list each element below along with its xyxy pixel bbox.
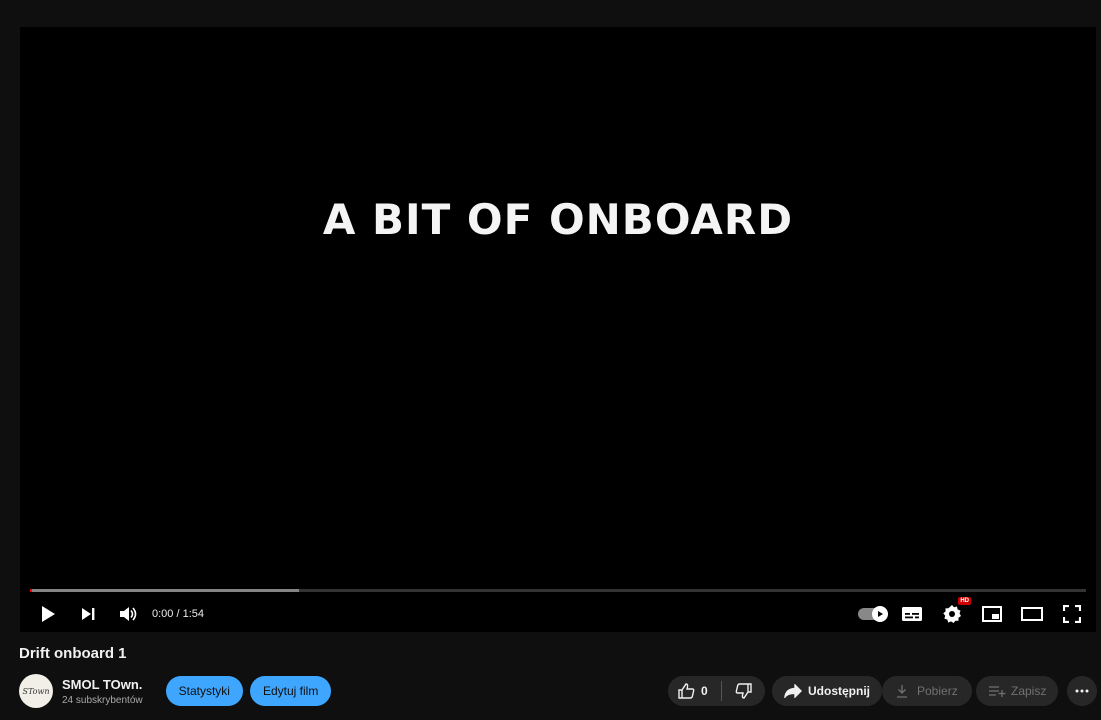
download-label: Pobierz <box>917 684 958 698</box>
channel-row: STown SMOL TOwn. 24 subskrybentów Statys… <box>19 673 1101 709</box>
download-icon <box>897 685 907 698</box>
autoplay-play-icon <box>878 610 883 617</box>
settings-button[interactable]: HD <box>932 595 972 632</box>
subtitles-icon <box>902 606 922 621</box>
share-button[interactable]: Udostępnij <box>772 676 882 706</box>
share-icon <box>784 684 802 698</box>
progress-buffered <box>30 589 300 592</box>
statistics-label: Statystyki <box>178 684 230 698</box>
avatar-logo-text: STown <box>22 686 50 696</box>
progress-bar[interactable] <box>30 589 1086 592</box>
edit-video-label: Edytuj film <box>262 684 319 698</box>
autoplay-knob <box>872 605 888 622</box>
play-button[interactable] <box>28 595 68 632</box>
thumbs-up-icon <box>678 683 695 699</box>
thumbs-down-icon <box>735 683 752 699</box>
subtitles-button[interactable] <box>892 595 932 632</box>
top-bar <box>0 0 1101 14</box>
statistics-button[interactable]: Statystyki <box>165 676 243 706</box>
add-to-playlist-icon <box>989 686 1006 697</box>
video-title: Drift onboard 1 <box>19 645 127 662</box>
next-button[interactable] <box>68 595 108 632</box>
more-icon <box>1075 689 1089 693</box>
gear-icon <box>943 604 961 623</box>
player-controls-right: HD <box>852 595 1092 632</box>
player-controls: 0:00 / 1:54 HD <box>20 595 1096 632</box>
subscriber-count: 24 subskrybentów <box>62 694 143 706</box>
dislike-button[interactable] <box>722 676 765 706</box>
miniplayer-icon <box>982 605 1002 622</box>
more-actions-button[interactable] <box>1067 676 1097 706</box>
channel-info: SMOL TOwn. 24 subskrybentów <box>62 677 143 706</box>
video-frame-text: A BIT OF ONBOARD <box>322 195 794 244</box>
volume-button[interactable] <box>108 595 148 632</box>
next-icon <box>82 607 95 620</box>
like-button[interactable]: 0 <box>668 676 721 706</box>
share-label: Udostępnij <box>808 684 870 698</box>
edit-video-button[interactable]: Edytuj film <box>249 676 332 706</box>
channel-avatar[interactable]: STown <box>19 674 53 708</box>
fullscreen-button[interactable] <box>1052 595 1092 632</box>
theater-icon <box>1021 606 1043 621</box>
like-count: 0 <box>701 684 708 698</box>
time-display: 0:00 / 1:54 <box>152 607 204 620</box>
theater-mode-button[interactable] <box>1012 595 1052 632</box>
play-icon <box>42 605 55 622</box>
autoplay-track <box>858 605 888 622</box>
hd-badge: HD <box>958 597 971 605</box>
autoplay-toggle[interactable] <box>852 595 892 632</box>
video-player[interactable]: A BIT OF ONBOARD 0:00 / 1:54 HD <box>20 27 1096 632</box>
channel-name[interactable]: SMOL TOwn. <box>62 677 143 692</box>
download-button[interactable]: Pobierz <box>882 676 972 706</box>
like-dislike-group: 0 <box>668 676 765 706</box>
save-label: Zapisz <box>1011 684 1047 698</box>
volume-icon <box>120 606 137 621</box>
miniplayer-button[interactable] <box>972 595 1012 632</box>
save-button[interactable]: Zapisz <box>976 676 1059 706</box>
fullscreen-icon <box>1063 604 1081 623</box>
progress-played <box>30 589 33 592</box>
